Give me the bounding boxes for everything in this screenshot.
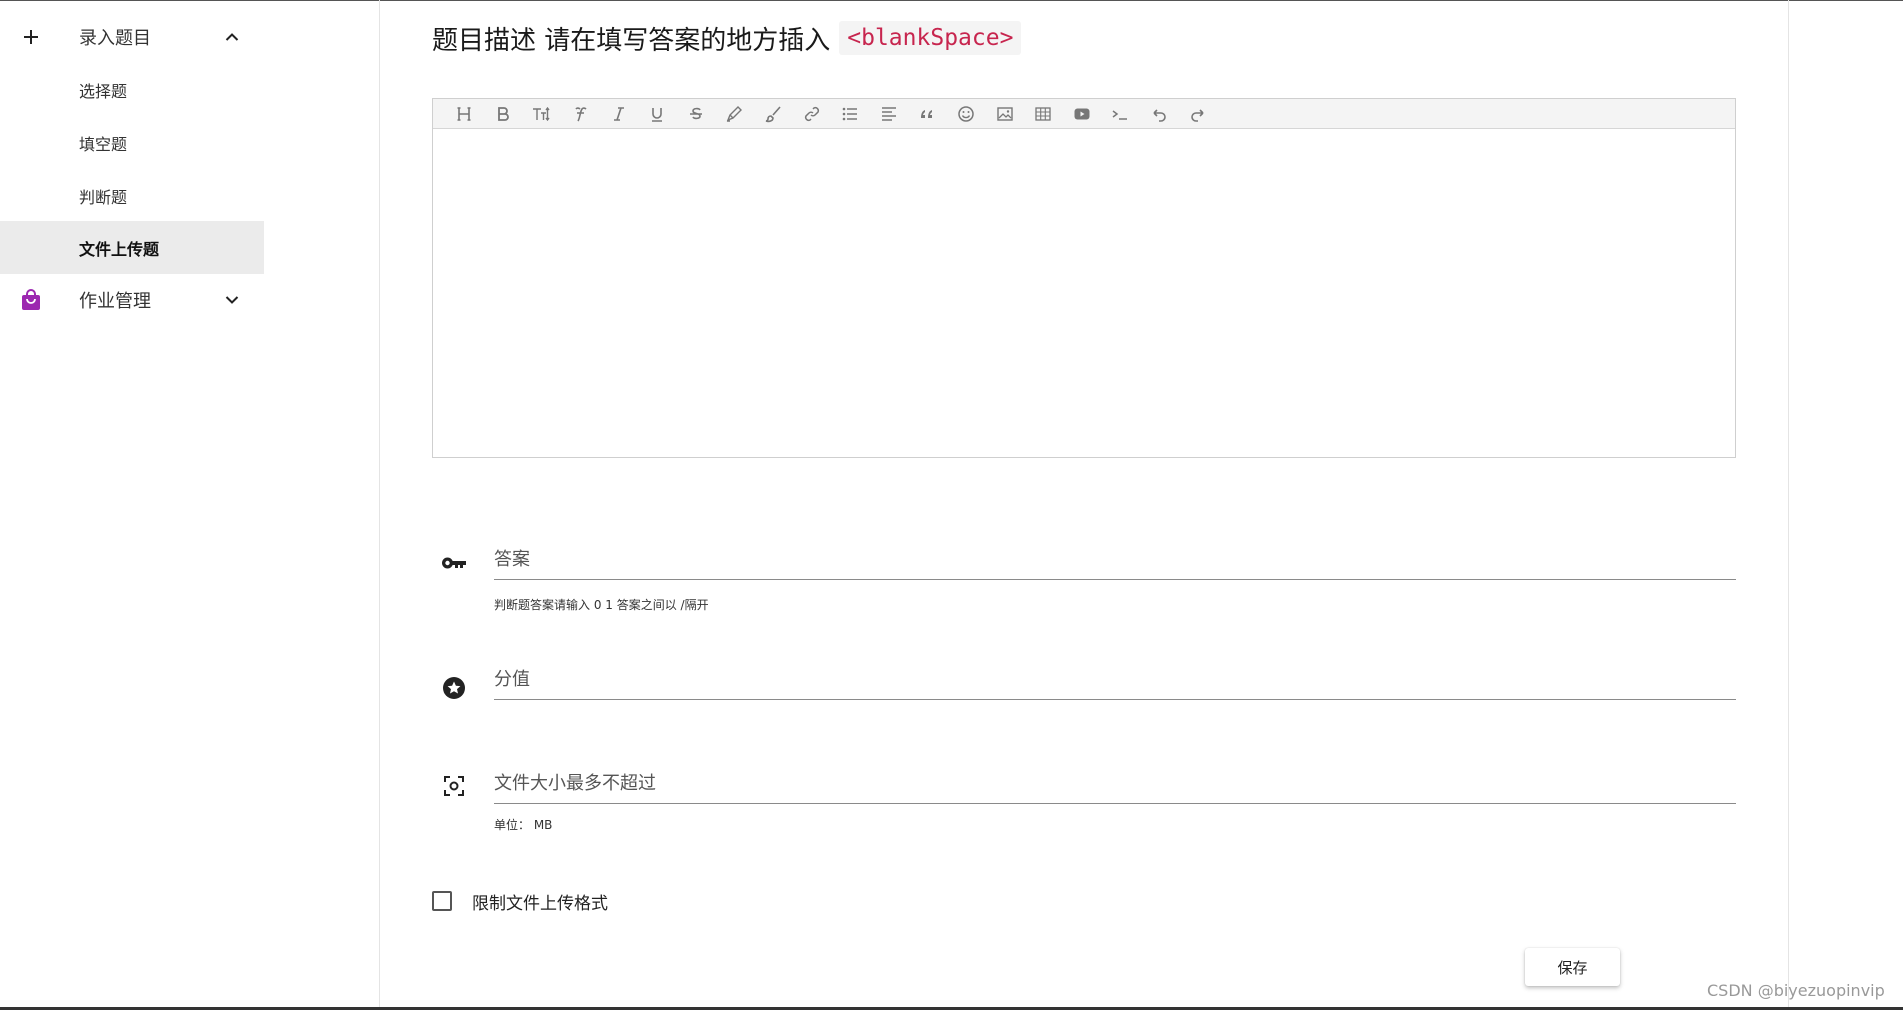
font-icon[interactable] xyxy=(561,100,600,128)
nav-group-label: 作业管理 xyxy=(79,291,151,312)
underline-icon[interactable] xyxy=(638,100,677,128)
editor-content-area[interactable] xyxy=(433,129,1735,457)
file-size-hint: 单位： MB xyxy=(494,818,553,832)
sidebar: 录入题目 选择题 填空题 判断题 文件上传题 作业管理 xyxy=(0,1,264,1007)
limit-format-checkbox-row[interactable]: 限制文件上传格式 xyxy=(432,889,608,914)
strikethrough-icon[interactable] xyxy=(677,100,716,128)
sidebar-item-true-false[interactable]: 判断题 xyxy=(0,169,264,222)
sidebar-item-file-upload[interactable]: 文件上传题 xyxy=(0,221,264,274)
nav-group-enter-questions[interactable]: 录入题目 xyxy=(0,11,264,63)
plus-icon xyxy=(19,25,43,49)
editor-toolbar xyxy=(433,99,1735,129)
undo-icon[interactable] xyxy=(1140,100,1179,128)
star-circle-icon xyxy=(440,674,468,702)
save-button[interactable]: 保存 xyxy=(1525,948,1620,986)
content-right-divider xyxy=(1788,0,1789,1007)
brush-icon[interactable] xyxy=(754,100,793,128)
rich-text-editor xyxy=(432,98,1736,458)
italic-icon[interactable] xyxy=(599,100,638,128)
page-title: 题目描述 请在填写答案的地方插入 xyxy=(432,25,831,56)
watermark: CSDN @biyezuopinvip xyxy=(1707,981,1885,1000)
sidebar-item-label: 填空题 xyxy=(79,134,128,154)
file-size-input[interactable] xyxy=(494,764,1736,804)
align-icon[interactable] xyxy=(870,100,909,128)
sidebar-item-fill-blank[interactable]: 填空题 xyxy=(0,116,264,169)
limit-format-label: 限制文件上传格式 xyxy=(472,893,608,914)
sidebar-item-label: 判断题 xyxy=(79,187,128,207)
emoji-icon[interactable] xyxy=(947,100,986,128)
sidebar-item-multiple-choice[interactable]: 选择题 xyxy=(0,63,264,116)
question-description-heading: 题目描述 请在填写答案的地方插入 <blankSpace> xyxy=(432,18,1022,58)
content-left-divider xyxy=(379,0,380,1007)
key-icon xyxy=(440,549,468,577)
pen-icon[interactable] xyxy=(715,100,754,128)
code-icon[interactable] xyxy=(1101,100,1140,128)
score-input[interactable] xyxy=(494,660,1736,700)
limit-format-checkbox[interactable] xyxy=(432,891,452,911)
nav-group-label: 录入题目 xyxy=(79,28,151,49)
sidebar-item-label: 选择题 xyxy=(79,81,128,101)
list-icon[interactable] xyxy=(831,100,870,128)
shopping-bag-icon xyxy=(19,288,43,312)
answer-input[interactable] xyxy=(494,540,1736,580)
image-icon[interactable] xyxy=(985,100,1024,128)
heading-icon[interactable] xyxy=(445,100,484,128)
blank-space-code: <blankSpace> xyxy=(839,21,1022,55)
center-focus-icon xyxy=(440,772,468,800)
nav-group-homework-management[interactable]: 作业管理 xyxy=(0,274,264,326)
text-size-icon[interactable] xyxy=(522,100,561,128)
redo-icon[interactable] xyxy=(1178,100,1217,128)
top-border xyxy=(0,0,1903,1)
quote-icon[interactable] xyxy=(908,100,947,128)
link-icon[interactable] xyxy=(792,100,831,128)
sidebar-item-label: 文件上传题 xyxy=(79,239,160,259)
answer-hint: 判断题答案请输入 0 1 答案之间以 /隔开 xyxy=(494,598,709,612)
video-icon[interactable] xyxy=(1063,100,1102,128)
table-icon[interactable] xyxy=(1024,100,1063,128)
chevron-down-icon xyxy=(222,290,242,310)
bold-icon[interactable] xyxy=(484,100,523,128)
chevron-up-icon xyxy=(222,27,242,47)
